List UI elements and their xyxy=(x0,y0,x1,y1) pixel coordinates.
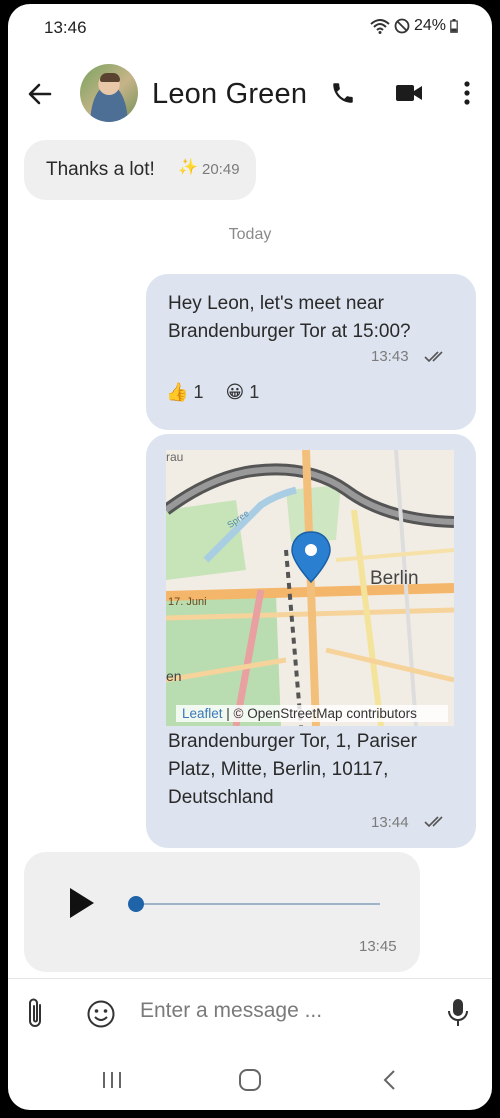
message-time: 13:44 xyxy=(371,814,409,831)
address-line1: Brandenburger Tor, 1, Pariser xyxy=(168,731,417,752)
arrow-left-icon xyxy=(28,83,52,105)
message-time: 13:45 xyxy=(359,938,397,955)
day-separator: Today xyxy=(228,226,272,243)
recent-apps-icon xyxy=(103,1072,121,1088)
paperclip-icon xyxy=(29,998,41,1027)
message-input[interactable]: Enter a message ... xyxy=(140,999,322,1023)
location-map[interactable]: Berlin 17. Juni rau en Spree Leaflet | ©… xyxy=(166,450,454,726)
phone-icon xyxy=(333,83,353,103)
osm-link[interactable]: OpenStreetMap contributors xyxy=(247,706,417,721)
sparkle-emoji: ✨ xyxy=(178,159,198,176)
attribution-separator: | © xyxy=(222,706,248,721)
read-ticks-icon xyxy=(424,816,443,828)
voice-record-button[interactable] xyxy=(446,997,470,1034)
reaction-count: 1 xyxy=(249,382,260,402)
map-label-corner-left: en xyxy=(166,668,182,684)
recent-apps-button[interactable] xyxy=(92,1064,132,1096)
back-button[interactable] xyxy=(24,78,56,110)
wifi-icon xyxy=(370,18,390,34)
message-outgoing-location[interactable]: Berlin 17. Juni rau en Spree Leaflet | ©… xyxy=(146,434,476,848)
message-outgoing-meet[interactable]: Hey Leon, let's meet near Brandenburger … xyxy=(146,274,476,430)
read-ticks-icon xyxy=(424,351,443,363)
more-options-button[interactable] xyxy=(450,76,484,110)
reaction-thumbs-up[interactable]: 👍 1 xyxy=(166,382,203,403)
status-icons: 24% xyxy=(370,17,458,35)
do-not-disturb-icon xyxy=(394,18,410,34)
reaction-count: 1 xyxy=(193,382,204,402)
battery-icon xyxy=(450,19,458,33)
message-time: 13:43 xyxy=(371,348,409,365)
map-attribution: Leaflet | © OpenStreetMap contributors xyxy=(176,705,448,722)
message-composer: Enter a message ... xyxy=(8,978,492,1046)
reactions-row: 👍 1 😀 1 xyxy=(166,382,259,403)
chevron-left-icon xyxy=(383,1070,395,1090)
video-call-button[interactable] xyxy=(392,76,426,110)
message-text-line1: Hey Leon, let's meet near xyxy=(168,293,384,314)
home-button[interactable] xyxy=(230,1064,270,1096)
status-time: 13:46 xyxy=(44,18,87,37)
reaction-grin[interactable]: 😀 1 xyxy=(225,382,259,403)
attach-button[interactable] xyxy=(24,997,46,1036)
address-line2: Platz, Mitte, Berlin, 10117, xyxy=(168,759,389,780)
emoji-button[interactable] xyxy=(86,999,116,1034)
avatar[interactable] xyxy=(80,64,138,122)
smiley-icon xyxy=(87,1000,115,1028)
microphone-icon xyxy=(448,999,468,1026)
system-nav-bar xyxy=(8,1050,492,1110)
map-pin-icon xyxy=(291,531,331,584)
battery-level: 24% xyxy=(413,17,446,34)
phone-screen: 13:46 24% Leon Green Thanks a lot! ✨ 20:… xyxy=(8,4,492,1110)
video-camera-icon xyxy=(396,85,422,101)
chat-header: Leon Green xyxy=(8,56,492,132)
play-icon xyxy=(70,888,94,918)
map-label-street: 17. Juni xyxy=(168,596,207,608)
map-label-corner-top: rau xyxy=(166,450,184,464)
message-time: 20:49 xyxy=(202,161,240,178)
message-text: Thanks a lot! xyxy=(46,159,155,180)
message-incoming-thanks[interactable]: Thanks a lot! ✨ 20:49 xyxy=(24,140,256,200)
audio-progress-knob[interactable] xyxy=(128,896,144,912)
address-line3: Deutschland xyxy=(168,787,274,808)
reaction-emoji: 👍 xyxy=(166,382,189,402)
play-button[interactable] xyxy=(68,886,96,920)
status-bar: 13:46 24% xyxy=(8,4,492,48)
contact-name[interactable]: Leon Green xyxy=(152,78,307,111)
reaction-emoji: 😀 xyxy=(225,382,245,402)
nav-back-button[interactable] xyxy=(370,1064,410,1096)
message-incoming-audio[interactable]: 13:45 xyxy=(24,852,420,972)
more-vertical-icon xyxy=(464,81,470,105)
map-label-city: Berlin xyxy=(370,568,419,589)
leaflet-link[interactable]: Leaflet xyxy=(182,706,223,721)
audio-progress-track[interactable] xyxy=(134,903,380,905)
home-icon xyxy=(239,1069,261,1091)
message-text-line2: Brandenburger Tor at 15:00? xyxy=(168,321,411,342)
call-button[interactable] xyxy=(326,76,360,110)
